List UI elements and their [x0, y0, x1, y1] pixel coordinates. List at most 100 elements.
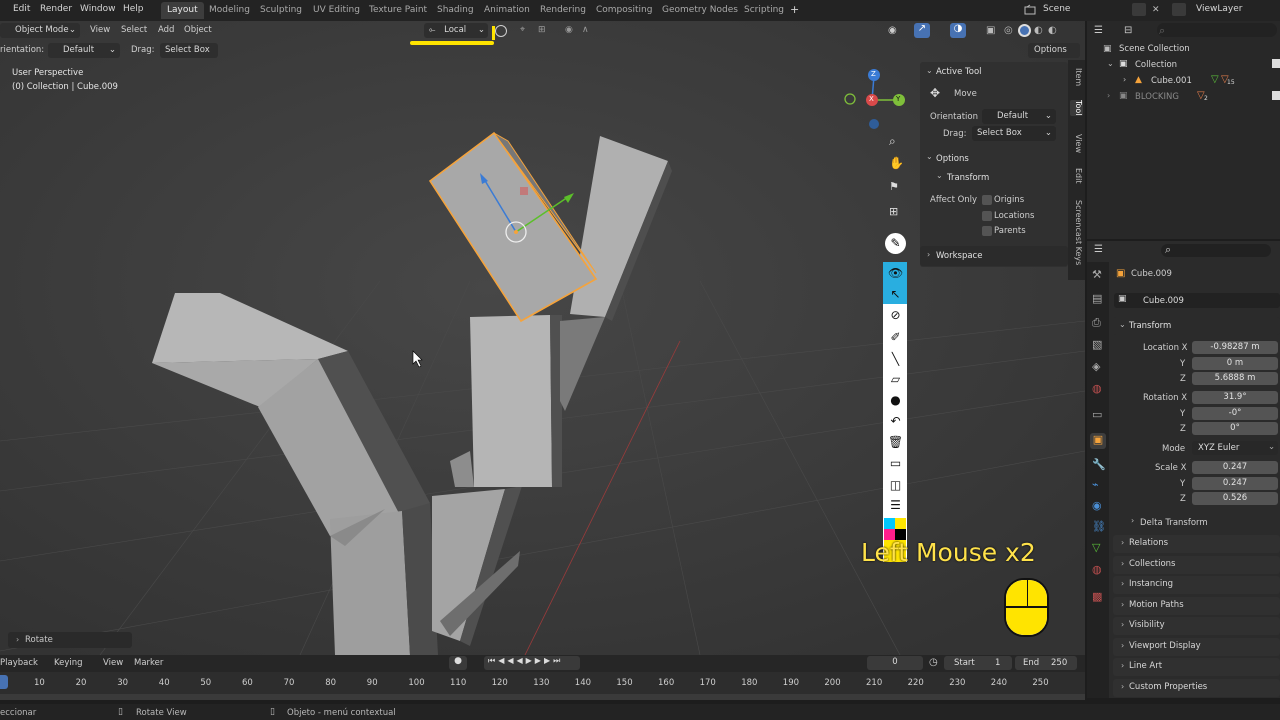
tab-compositing[interactable]: Compositing	[590, 2, 658, 19]
rotation-mode-dropdown[interactable]: XYZ Euler ⌄	[1192, 441, 1278, 455]
clock-icon[interactable]: ◷	[929, 657, 938, 668]
menu-marker[interactable]: Marker	[134, 658, 163, 668]
snap-target-icon[interactable]: ⊞	[538, 25, 550, 37]
menu-keying[interactable]: Keying	[54, 658, 83, 668]
select-cursor-icon[interactable]: ↖	[888, 287, 903, 302]
locations-checkbox[interactable]	[982, 211, 992, 221]
data-tab-icon[interactable]: ▽	[1092, 541, 1100, 554]
scale-x-field[interactable]: 0.247	[1192, 461, 1278, 474]
undo-icon[interactable]: ↶	[888, 414, 903, 429]
zoom-icon[interactable]: ⌕	[889, 134, 896, 149]
gizmo-toggle-icon[interactable]: ↗	[914, 23, 930, 38]
pivot-point-icon[interactable]	[495, 25, 507, 37]
menu-playback[interactable]: Playback	[0, 658, 38, 668]
output-tab-icon[interactable]: ⎙	[1092, 316, 1101, 330]
menu-object[interactable]: Object	[184, 25, 212, 35]
tab-rendering[interactable]: Rendering	[534, 2, 592, 19]
chevron-down-icon[interactable]: ⌄	[1107, 59, 1114, 68]
orientation-dropdown[interactable]: Default ⌄	[48, 43, 120, 58]
object-label[interactable]: Cube.001	[1151, 76, 1192, 86]
view-layer-tab-icon[interactable]: ▧	[1092, 338, 1102, 351]
tab-edit[interactable]: Edit	[1070, 168, 1083, 184]
trash-icon[interactable]: 🗑	[888, 435, 903, 450]
timeline-scrollbar[interactable]	[0, 694, 1085, 700]
chevron-down-icon[interactable]: ⌄	[926, 152, 933, 161]
rotation-z-field[interactable]: 0°	[1192, 422, 1278, 435]
visibility-section[interactable]: Visibility	[1113, 617, 1280, 635]
line-icon[interactable]: ╲	[888, 352, 903, 367]
scene-tab-icon[interactable]: ◈	[1092, 360, 1100, 373]
instancing-section[interactable]: Instancing	[1113, 576, 1280, 594]
navigation-gizmo[interactable]: Z Y X	[842, 66, 906, 130]
end-frame-field[interactable]: End 250	[1015, 656, 1077, 670]
tab-scripting[interactable]: Scripting	[738, 2, 790, 19]
properties-search-input[interactable]	[1161, 244, 1271, 257]
drag-dropdown[interactable]: Select Box	[160, 43, 218, 58]
tab-screencast-keys[interactable]: Screencast Keys	[1070, 200, 1083, 265]
tab-uv-editing[interactable]: UV Editing	[307, 2, 366, 19]
collection-checkbox[interactable]	[1272, 59, 1280, 68]
constraints-tab-icon[interactable]: ⛓	[1092, 520, 1106, 533]
playhead[interactable]	[0, 675, 8, 689]
workspace-section[interactable]: › Workspace	[920, 246, 1068, 266]
chevron-right-icon[interactable]: ›	[1131, 516, 1134, 525]
chevron-right-icon[interactable]: ›	[1107, 91, 1110, 100]
wireframe-shading-icon[interactable]: ◎	[1004, 25, 1013, 36]
collection-tab-icon[interactable]: ▭	[1092, 408, 1102, 421]
editor-type-icon[interactable]: ☰	[1094, 25, 1103, 36]
record-icon[interactable]: ●	[449, 656, 467, 670]
menu-view[interactable]: View	[90, 25, 110, 35]
menu-help[interactable]: Help	[123, 4, 144, 14]
xray-icon[interactable]: ▣	[986, 25, 995, 36]
menu-edit[interactable]: Edit	[13, 4, 30, 14]
tab-modeling[interactable]: Modeling	[203, 2, 256, 19]
physics-tab-icon[interactable]: ◉	[1092, 499, 1102, 512]
tab-sculpting[interactable]: Sculpting	[254, 2, 308, 19]
no-select-icon[interactable]: ⊘	[888, 308, 903, 323]
menu-render[interactable]: Render	[40, 4, 72, 14]
render-tab-icon[interactable]: ▤	[1092, 292, 1102, 305]
menu-timeline-view[interactable]: View	[103, 658, 123, 668]
delta-transform-label[interactable]: Delta Transform	[1140, 518, 1208, 528]
transform-title[interactable]: Transform	[947, 173, 989, 183]
rotation-x-field[interactable]: 31.9°	[1192, 391, 1278, 404]
motion-paths-section[interactable]: Motion Paths	[1113, 597, 1280, 615]
tab-layout[interactable]: Layout	[161, 2, 204, 19]
pan-hand-icon[interactable]: ✋	[889, 156, 904, 170]
origins-checkbox[interactable]	[982, 195, 992, 205]
board-icon[interactable]: ▭	[888, 456, 903, 471]
playback-controls[interactable]: ⏮◀◀◀▶▶▶⏭	[484, 656, 580, 670]
options-title[interactable]: Options	[936, 154, 969, 164]
location-y-field[interactable]: 0 m	[1192, 357, 1278, 370]
npanel-drag-dropdown[interactable]: Select Box ⌄	[972, 126, 1056, 141]
menu-window[interactable]: Window	[80, 4, 116, 14]
world-tab-icon[interactable]: ◍	[1092, 382, 1102, 395]
marker-icon[interactable]: ✐	[888, 330, 903, 345]
visibility-icon[interactable]: ◉	[888, 25, 897, 36]
transform-orientation-dropdown[interactable]: ⟜ Local ⌄	[424, 23, 488, 38]
clipboard-icon[interactable]: ☰	[888, 498, 903, 513]
line-art-section[interactable]: Line Art	[1113, 658, 1280, 676]
tab-texture-paint[interactable]: Texture Paint	[363, 2, 433, 19]
screenshot-icon[interactable]: ◫	[888, 478, 903, 493]
active-tool-title[interactable]: Active Tool	[936, 67, 982, 77]
chevron-down-icon[interactable]: ⌄	[936, 171, 943, 180]
material-shading-icon[interactable]: ◐	[1034, 25, 1043, 36]
relations-section[interactable]: Relations	[1113, 535, 1280, 553]
falloff-icon[interactable]: ∧	[582, 25, 594, 37]
tab-animation[interactable]: Animation	[478, 2, 536, 19]
new-scene-icon[interactable]	[1132, 3, 1146, 16]
display-mode-icon[interactable]: ⊟	[1124, 25, 1132, 36]
tab-item[interactable]: Item	[1070, 68, 1083, 86]
menu-add[interactable]: Add	[158, 25, 174, 35]
blocking-label[interactable]: BLOCKING	[1135, 92, 1179, 102]
modifier-tab-icon[interactable]: 🔧	[1092, 458, 1106, 471]
tab-shading[interactable]: Shading	[431, 2, 480, 19]
custom-properties-section[interactable]: Custom Properties	[1113, 679, 1280, 697]
color-palette-icon[interactable]	[884, 518, 906, 540]
menu-select[interactable]: Select	[121, 25, 147, 35]
outliner-search-input[interactable]	[1157, 23, 1277, 37]
editor-type-icon[interactable]: ☰	[1094, 244, 1103, 255]
scene-collection-label[interactable]: Scene Collection	[1119, 44, 1190, 54]
last-operator-panel[interactable]: › Rotate	[8, 632, 132, 648]
